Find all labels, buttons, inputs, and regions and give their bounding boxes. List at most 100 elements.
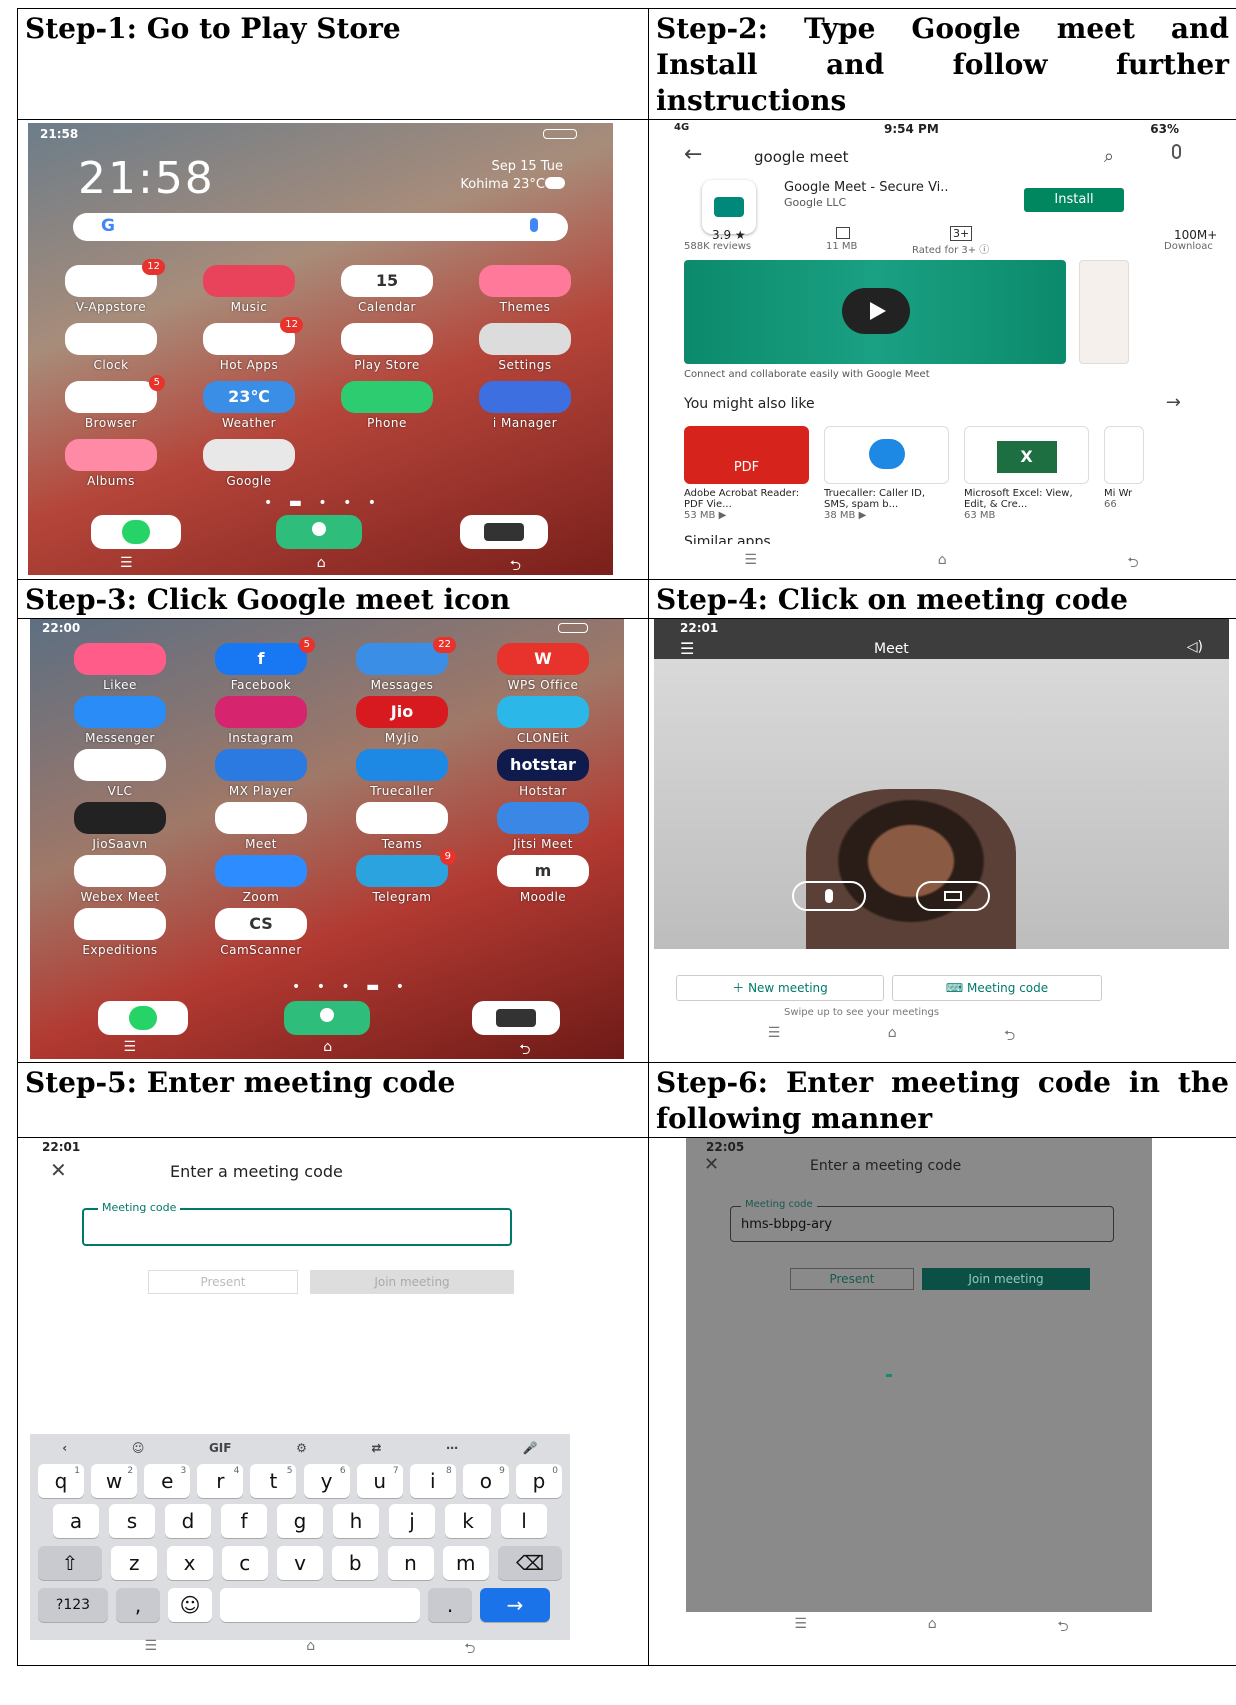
- app-v-appstore[interactable]: 12 V-Appstore: [51, 259, 171, 314]
- app-jiosaavn[interactable]: JioSaavn: [60, 802, 180, 851]
- menu-icon[interactable]: ☰: [124, 1039, 137, 1059]
- app-expeditions[interactable]: Expeditions: [60, 908, 180, 957]
- app-hot-apps[interactable]: 12 Hot Apps: [189, 317, 309, 372]
- excel-icon[interactable]: X: [964, 426, 1089, 484]
- emoji-sticker-icon[interactable]: ☺: [132, 1441, 145, 1455]
- app-clock[interactable]: Clock: [51, 323, 171, 372]
- key-d[interactable]: d: [165, 1504, 211, 1538]
- truecaller-icon[interactable]: [824, 426, 949, 484]
- app-jitsi-meet[interactable]: Jitsi Meet: [483, 802, 603, 851]
- new-meeting-button[interactable]: ＋ New meeting: [676, 975, 884, 1001]
- key-a[interactable]: a: [53, 1504, 99, 1538]
- home-icon[interactable]: ⌂: [888, 1025, 897, 1049]
- menu-icon[interactable]: ☰: [768, 1025, 781, 1049]
- key-z[interactable]: z: [111, 1546, 158, 1580]
- key-b[interactable]: b: [332, 1546, 379, 1580]
- key-n[interactable]: n: [387, 1546, 434, 1580]
- app-wps-office[interactable]: W WPS Office: [483, 643, 603, 692]
- camera-toggle-icon[interactable]: [916, 881, 990, 911]
- app-zoom[interactable]: Zoom: [201, 855, 321, 904]
- menu-icon[interactable]: ☰: [120, 555, 133, 575]
- close-icon[interactable]: ✕: [704, 1154, 719, 1175]
- backspace-key[interactable]: ⌫: [498, 1546, 562, 1580]
- app-facebook[interactable]: f 5 Facebook: [201, 637, 321, 692]
- voice-icon[interactable]: [1172, 144, 1181, 159]
- back-icon[interactable]: ⮌: [464, 1638, 475, 1658]
- key-l[interactable]: l: [501, 1504, 547, 1538]
- home-icon[interactable]: ⌂: [306, 1638, 315, 1658]
- google-search-bar[interactable]: G: [73, 213, 568, 241]
- key-i[interactable]: i8: [409, 1464, 456, 1498]
- back-icon[interactable]: ⮌: [519, 1039, 530, 1059]
- app-myjio[interactable]: Jio MyJio: [342, 696, 462, 745]
- key-c[interactable]: c: [221, 1546, 268, 1580]
- menu-icon[interactable]: ☰: [744, 552, 757, 576]
- key-w[interactable]: w2: [91, 1464, 138, 1498]
- key-r[interactable]: r4: [197, 1464, 244, 1498]
- app-themes[interactable]: Themes: [465, 265, 585, 314]
- key-p[interactable]: p0: [515, 1464, 562, 1498]
- mic-icon[interactable]: [530, 218, 538, 232]
- present-button[interactable]: Present: [148, 1270, 298, 1294]
- menu-icon[interactable]: ☰: [794, 1616, 807, 1640]
- speaker-icon[interactable]: ◁): [1187, 639, 1203, 655]
- key-k[interactable]: k: [445, 1504, 491, 1538]
- app-telegram[interactable]: 9 Telegram: [342, 849, 462, 904]
- home-icon[interactable]: ⌂: [938, 552, 947, 576]
- back-icon[interactable]: ⮌: [510, 555, 521, 575]
- mic-toggle-icon[interactable]: [792, 881, 866, 911]
- key-h[interactable]: h: [333, 1504, 379, 1538]
- key-u[interactable]: u7: [356, 1464, 403, 1498]
- meeting-code-button[interactable]: ⌨ Meeting code: [892, 975, 1102, 1001]
- present-button[interactable]: Present: [790, 1268, 914, 1290]
- home-icon[interactable]: ⌂: [317, 555, 326, 575]
- app-webex-meet[interactable]: Webex Meet: [60, 855, 180, 904]
- app-mx-player[interactable]: MX Player: [201, 749, 321, 798]
- back-icon[interactable]: ⮌: [1057, 1616, 1068, 1640]
- translate-icon[interactable]: ⇄: [371, 1441, 381, 1455]
- shift-key[interactable]: ⇧: [38, 1546, 102, 1580]
- camera-dock-icon[interactable]: [472, 1001, 560, 1035]
- search-icon[interactable]: ⌕: [1104, 146, 1114, 167]
- app-phone[interactable]: Phone: [327, 381, 447, 430]
- meet-app-icon[interactable]: [702, 180, 756, 234]
- app-vlc[interactable]: VLC: [60, 749, 180, 798]
- home-icon[interactable]: ⌂: [928, 1616, 937, 1640]
- collapse-icon[interactable]: ‹: [62, 1441, 67, 1455]
- app-music[interactable]: Music: [189, 265, 309, 314]
- whatsapp-dock-icon[interactable]: [98, 1001, 188, 1035]
- key-o[interactable]: o9: [462, 1464, 509, 1498]
- app-play-store[interactable]: Play Store: [327, 323, 447, 372]
- key-t[interactable]: t5: [250, 1464, 297, 1498]
- app-name[interactable]: Google Meet - Secure Vi..: [784, 180, 949, 195]
- more-icon[interactable]: ⋯: [446, 1441, 458, 1455]
- key-s[interactable]: s: [109, 1504, 155, 1538]
- arrow-right-icon[interactable]: →: [1166, 392, 1181, 413]
- whatsapp-dock-icon[interactable]: [91, 515, 181, 549]
- app-calendar[interactable]: 15 Calendar: [327, 265, 447, 314]
- app-cloneit[interactable]: CLONEit: [483, 696, 603, 745]
- app-albums[interactable]: Albums: [51, 439, 171, 488]
- recommended-app[interactable]: Microsoft Excel: View, Edit, & Cre... 63 …: [964, 488, 1092, 521]
- app-messages[interactable]: 22 Messages: [342, 637, 462, 692]
- meeting-code-field[interactable]: Meeting code hms-bbpg-ary: [730, 1199, 1114, 1242]
- gif-button[interactable]: GIF: [209, 1441, 232, 1455]
- join-meeting-button[interactable]: Join meeting: [922, 1268, 1090, 1290]
- key-f[interactable]: f: [221, 1504, 267, 1538]
- comma-key[interactable]: ,: [116, 1588, 160, 1622]
- more-app-icon[interactable]: [1104, 426, 1144, 484]
- key-v[interactable]: v: [277, 1546, 323, 1580]
- menu-icon[interactable]: ☰: [145, 1638, 158, 1658]
- meeting-code-field[interactable]: Meeting code: [82, 1201, 512, 1246]
- app-hotstar[interactable]: hotstar Hotstar: [483, 749, 603, 798]
- key-q[interactable]: q1: [38, 1464, 84, 1498]
- contacts-dock-icon[interactable]: [284, 1001, 370, 1035]
- acrobat-icon[interactable]: PDF: [684, 426, 809, 484]
- back-arrow-icon[interactable]: ←: [684, 142, 702, 167]
- recommended-app[interactable]: Adobe Acrobat Reader: PDF Vie... 53 MB ▶: [684, 488, 812, 521]
- settings-icon[interactable]: ⚙: [296, 1441, 307, 1455]
- close-icon[interactable]: ✕: [50, 1158, 67, 1182]
- back-icon[interactable]: ⮌: [1127, 552, 1138, 576]
- search-query[interactable]: google meet: [754, 148, 849, 166]
- app-settings[interactable]: Settings: [465, 323, 585, 372]
